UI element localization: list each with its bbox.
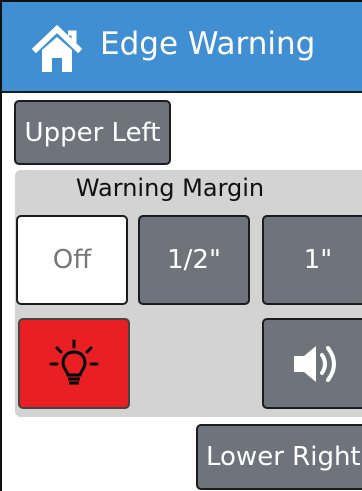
- margin-half-inch-button[interactable]: 1/2": [138, 215, 250, 305]
- warning-margin-title: Warning Margin: [75, 174, 265, 202]
- light-toggle-button[interactable]: [18, 318, 130, 409]
- margin-off-button[interactable]: Off: [16, 215, 128, 305]
- lower-right-button[interactable]: Lower Right: [196, 424, 362, 490]
- margin-one-inch-button[interactable]: 1": [262, 215, 362, 305]
- sound-toggle-button[interactable]: [262, 318, 362, 409]
- header-bar: Edge Warning: [2, 2, 362, 93]
- home-icon[interactable]: [32, 25, 82, 75]
- page-title: Edge Warning: [100, 26, 316, 62]
- upper-left-button[interactable]: Upper Left: [14, 100, 171, 165]
- lightbulb-icon: [49, 339, 99, 384]
- speaker-icon: [294, 345, 336, 382]
